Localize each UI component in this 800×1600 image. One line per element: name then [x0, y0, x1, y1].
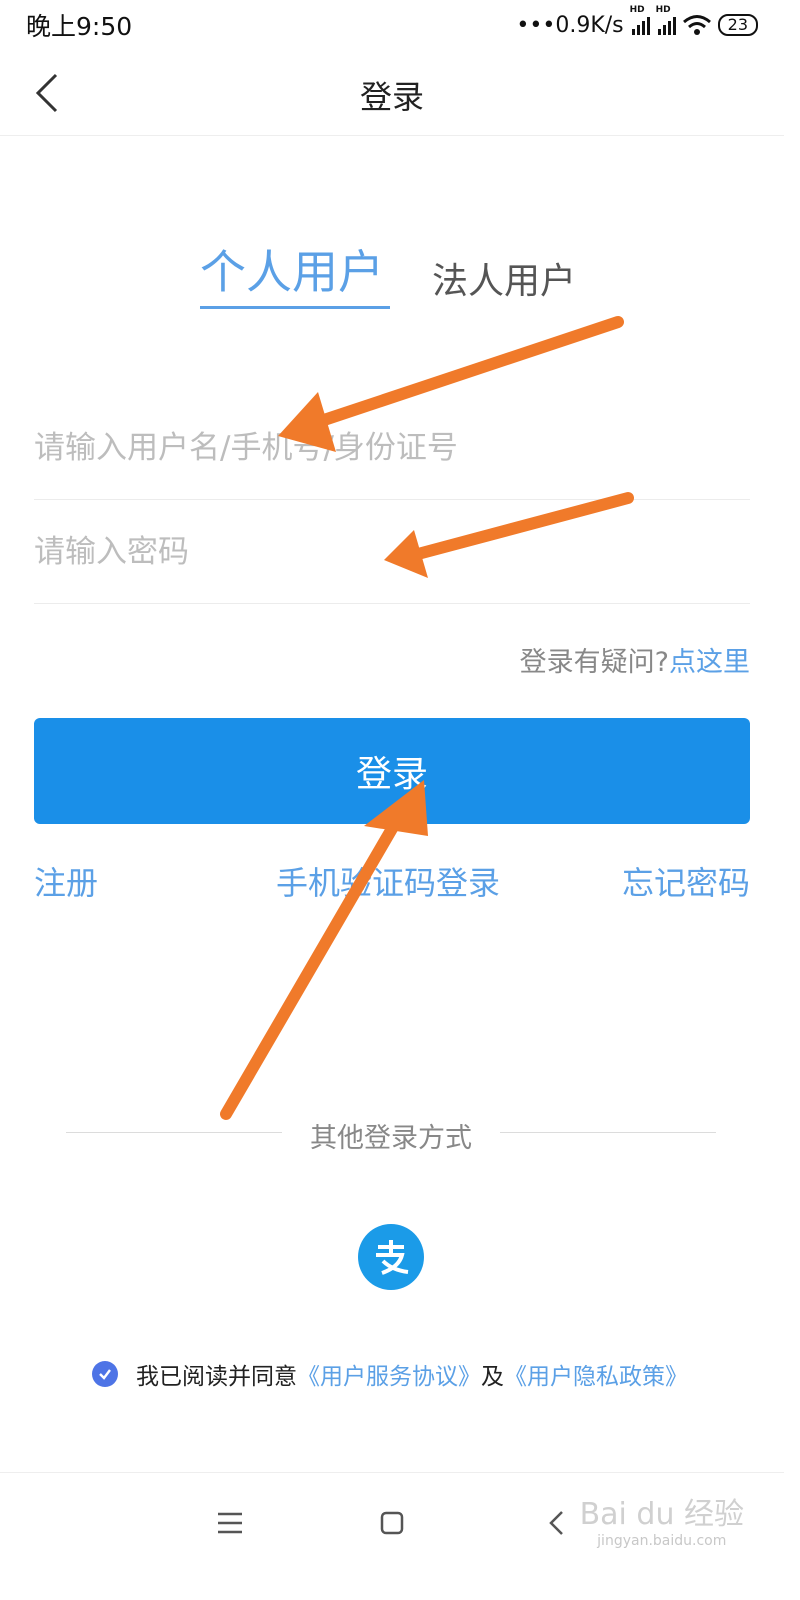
baidu-watermark: Bai du 经验 jingyan.baidu.com: [580, 1489, 744, 1549]
help-link[interactable]: 点这里: [669, 647, 750, 678]
watermark-url: jingyan.baidu.com: [597, 1533, 727, 1549]
wifi-icon: [682, 15, 711, 35]
privacy-policy-link[interactable]: 《用户隐私政策》: [504, 1357, 688, 1391]
username-input[interactable]: [34, 396, 750, 499]
alipay-icon: [376, 1240, 409, 1275]
service-agreement-link[interactable]: 《用户服务协议》: [297, 1357, 481, 1391]
tab-personal-user[interactable]: 个人用户: [200, 236, 384, 302]
password-field-container: [34, 500, 750, 604]
agreement-row: 我已阅读并同意 《用户服务协议》 及 《用户隐私政策》: [92, 1356, 688, 1392]
active-tab-indicator: [200, 306, 390, 309]
agreement-conjunction: 及: [481, 1364, 504, 1390]
nav-bar: 登录: [0, 50, 784, 136]
battery-icon: 23: [717, 14, 758, 36]
username-field-container: [34, 396, 750, 500]
checkmark-icon: [99, 1369, 111, 1380]
password-input[interactable]: [34, 500, 750, 603]
back-arrow-icon: [549, 1511, 563, 1535]
menu-button[interactable]: [210, 1503, 250, 1543]
status-time: 晚上9:50: [26, 12, 133, 41]
network-speed: •••0.9K/s: [516, 12, 624, 38]
status-icons: •••0.9K/s HD HD 23: [516, 5, 758, 38]
tab-corporate-user[interactable]: 法人用户: [432, 252, 576, 304]
forgot-password-link[interactable]: 忘记密码: [622, 858, 750, 904]
agreement-prefix: 我已阅读并同意: [136, 1364, 297, 1390]
home-square-icon: [380, 1511, 404, 1535]
divider-line-right: [500, 1132, 716, 1133]
status-bar: 晚上9:50 •••0.9K/s HD HD 23: [0, 0, 784, 50]
other-login-divider: 其他登录方式: [66, 1112, 716, 1154]
home-button[interactable]: [372, 1503, 412, 1543]
agreement-checkbox[interactable]: [92, 1361, 118, 1387]
login-help: 登录有疑问?点这里: [520, 640, 750, 679]
system-nav-bar: Bai du 经验 jingyan.baidu.com: [0, 1472, 784, 1568]
auth-links: 注册 手机验证码登录 忘记密码: [34, 858, 750, 902]
alipay-login-button[interactable]: [358, 1224, 424, 1290]
watermark-brand: Bai du 经验: [579, 1497, 744, 1532]
other-login-label: 其他登录方式: [310, 1123, 472, 1154]
page-title: 登录: [359, 78, 424, 116]
arrow-to-login-button-icon: [220, 780, 428, 1120]
menu-icon: [218, 1512, 242, 1534]
register-link[interactable]: 注册: [34, 858, 98, 904]
signal-icon: HD: [630, 5, 650, 35]
user-type-tabs: 个人用户 法人用户: [0, 230, 784, 320]
login-button[interactable]: 登录: [34, 718, 750, 824]
signal-icon: HD: [656, 5, 676, 35]
help-question: 登录有疑问?: [519, 647, 669, 678]
sms-login-link[interactable]: 手机验证码登录: [276, 858, 500, 904]
system-back-button[interactable]: [536, 1503, 576, 1543]
